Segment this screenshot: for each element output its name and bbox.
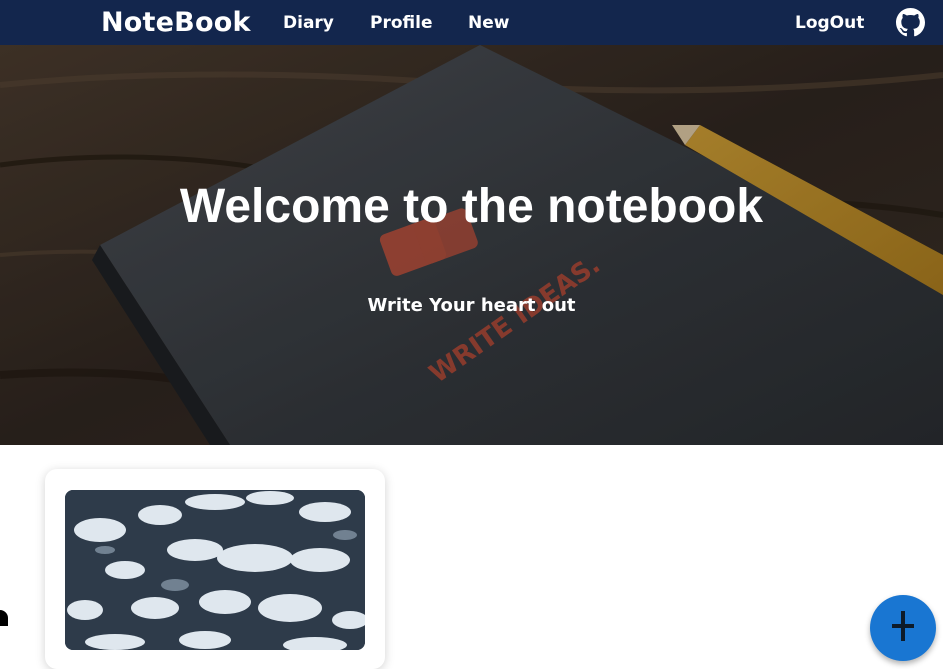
nav-link-diary[interactable]: Diary (283, 13, 334, 33)
nav-link-new[interactable]: New (468, 13, 509, 33)
nav-link-profile[interactable]: Profile (370, 13, 432, 33)
hero-title: Welcome to the notebook (179, 180, 764, 233)
brand-logo[interactable]: NoteBook (101, 7, 251, 38)
diary-card[interactable] (45, 469, 385, 669)
hero-background-image: WRITE IDEAS. (0, 45, 943, 445)
add-note-button[interactable] (870, 595, 936, 661)
card-image (65, 490, 365, 650)
hero-subtitle: Write Your heart out (367, 295, 576, 316)
plus-icon (892, 611, 914, 641)
logout-link[interactable]: LogOut (795, 13, 864, 33)
hero-banner: WRITE IDEAS. Welcome to the notebook Wri… (0, 45, 943, 445)
top-navbar: NoteBook Diary Profile New LogOut (0, 0, 943, 45)
github-icon[interactable] (896, 8, 925, 37)
page-corner-marker (0, 610, 8, 626)
